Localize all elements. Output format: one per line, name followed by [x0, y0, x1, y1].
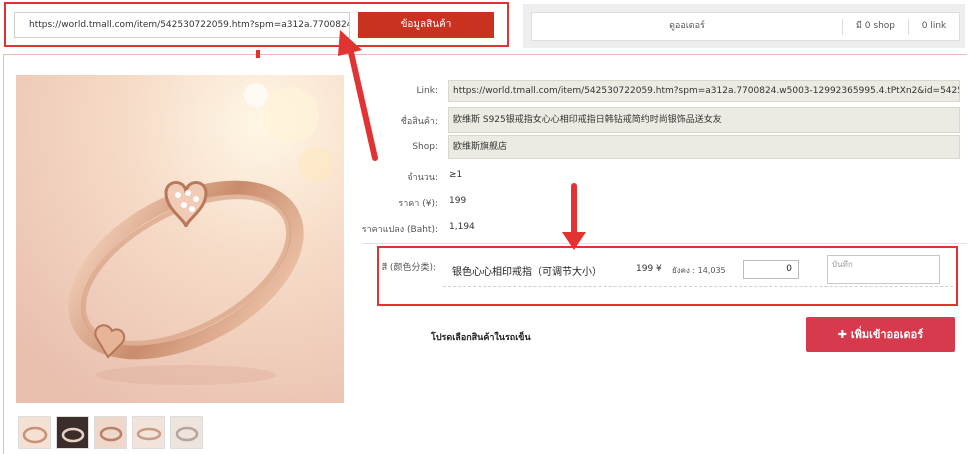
- thumbnail-2[interactable]: [56, 416, 89, 449]
- shop-field: 欧维斯旗舰店: [448, 135, 960, 159]
- thumbnail-4[interactable]: [132, 416, 165, 449]
- select-hint: โปรดเลือกสินค้าในรถเข็น: [431, 333, 531, 343]
- order-summary: ดูออเดอร์ มี 0 shop 0 link: [531, 12, 960, 41]
- link-count: 0 link: [921, 21, 947, 31]
- variant-label: สี (颜色分类):: [381, 263, 436, 273]
- plus-icon: ✚: [837, 328, 851, 341]
- shop-count: มี 0 shop: [856, 21, 895, 31]
- view-order-link[interactable]: ดูออเดอร์: [532, 13, 842, 40]
- note-input[interactable]: บันทึก: [827, 255, 940, 284]
- product-name-field: 欧维斯 S925银戒指女心心相印戒指日韩钻戒简约时尚银饰品送女友: [448, 107, 960, 133]
- price-value: 199: [449, 196, 467, 206]
- baht-price-label: ราคาแปลง (Baht):: [361, 225, 438, 235]
- thumbnail-3[interactable]: [94, 416, 127, 449]
- divider: [443, 286, 953, 287]
- quantity-label: จำนวน:: [407, 173, 438, 183]
- shop-label: Shop:: [412, 142, 438, 152]
- baht-price-value: 1,194: [449, 222, 475, 232]
- variant-stock: ยังคง : 14,035: [672, 266, 726, 275]
- product-name-label: ชื่อสินค้า:: [400, 117, 438, 127]
- add-to-order-label: เพิ่มเข้าออเดอร์: [850, 328, 924, 341]
- variant-price: 199 ¥: [636, 264, 662, 274]
- price-label: ราคา (¥):: [398, 199, 438, 209]
- divider: [363, 243, 967, 244]
- variant-quantity-input[interactable]: 0: [743, 260, 799, 279]
- add-to-order-button[interactable]: ✚ เพิ่มเข้าออเดอร์: [806, 317, 955, 352]
- link-label: Link:: [416, 86, 438, 96]
- link-field[interactable]: https://world.tmall.com/item/54253072205…: [448, 80, 960, 102]
- product-info-button[interactable]: ข้อมูลสินค้า: [358, 12, 494, 38]
- url-input[interactable]: https://world.tmall.com/item/54253072205…: [14, 12, 350, 38]
- thumbnail-5[interactable]: [170, 416, 203, 449]
- variant-name: 银色心心相印戒指（可调节大小）: [452, 267, 602, 278]
- product-image: [16, 75, 344, 403]
- thumbnail-1[interactable]: [18, 416, 51, 449]
- quantity-value: ≥1: [449, 170, 463, 180]
